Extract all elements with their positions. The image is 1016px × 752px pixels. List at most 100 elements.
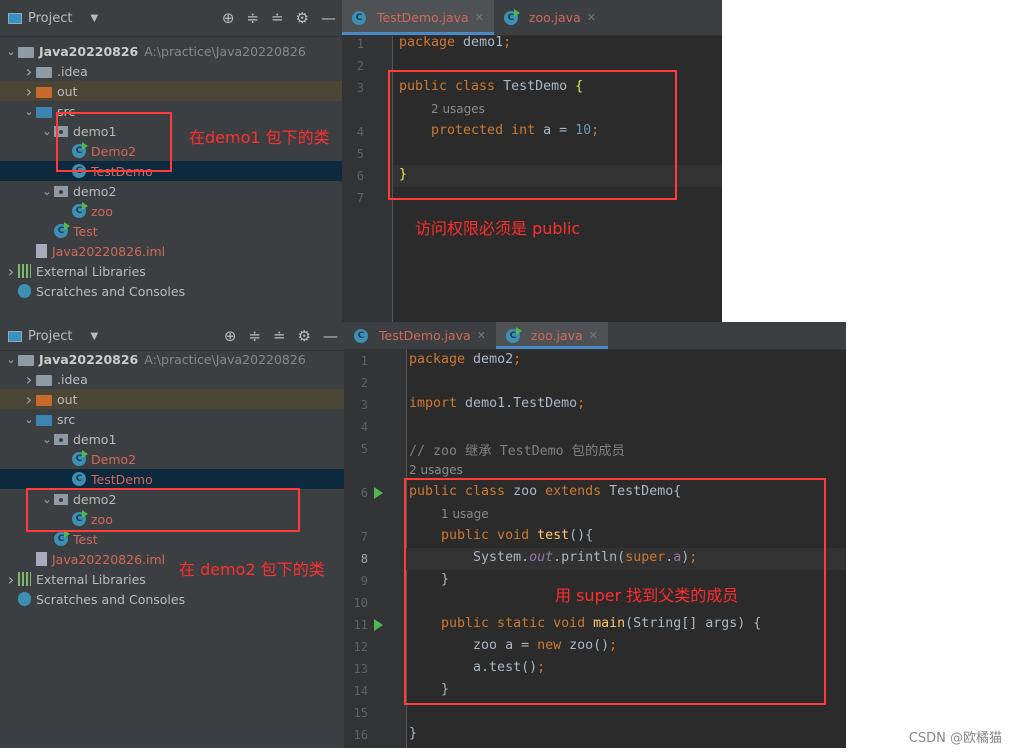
tree-item-out[interactable]: › out — [0, 81, 342, 101]
tree-item-scratches-and-consoles[interactable]: Scratches and Consoles — [0, 589, 344, 609]
close-tab-icon[interactable]: ✕ — [477, 329, 486, 342]
expand-all-icon[interactable]: ≑ — [248, 327, 261, 345]
code-token: demo2 — [465, 352, 514, 367]
chevron-right-icon[interactable]: › — [22, 370, 36, 389]
line-number: 2 — [356, 59, 364, 73]
chevron-down-icon[interactable]: ⌄ — [4, 353, 18, 366]
tree-item-scratches-and-consoles[interactable]: Scratches and Consoles — [0, 281, 342, 301]
tab-testdemo-java[interactable]: C TestDemo.java ✕ — [342, 0, 494, 35]
line-number: 1 — [356, 37, 364, 51]
close-tab-icon[interactable]: ✕ — [589, 329, 598, 342]
tab-zoo-java[interactable]: Czoo.java ✕ — [495, 322, 608, 349]
annotation-box-code — [388, 70, 677, 200]
tree-item-label: External Libraries — [36, 263, 146, 279]
line-number: 5 — [356, 147, 364, 161]
collapse-all-icon[interactable]: ≐ — [271, 9, 284, 27]
project-view-selector[interactable]: Project ▼ — [8, 329, 98, 344]
tree-item-out[interactable]: › out — [0, 389, 344, 409]
code-line[interactable]: } — [409, 726, 417, 741]
code-token: demo1.TestDemo — [457, 396, 578, 411]
code-line[interactable]: // zoo 继承 TestDemo 包的成员 — [409, 440, 625, 459]
chevron-right-icon[interactable]: › — [22, 82, 36, 101]
tree-item-label: TestDemo — [91, 471, 153, 487]
tree-item--idea[interactable]: › .idea — [0, 369, 344, 389]
usages-hint[interactable]: 2 usages — [409, 463, 463, 477]
package-icon — [54, 185, 68, 197]
code-line[interactable]: package demo2; — [409, 352, 521, 367]
tree-item--idea[interactable]: › .idea — [0, 61, 342, 81]
tab-testdemo-java[interactable]: C TestDemo.java ✕ — [344, 322, 496, 349]
chevron-down-icon[interactable]: ⌄ — [22, 105, 36, 118]
code-token: ; — [513, 352, 522, 367]
line-number: 12 — [353, 640, 368, 654]
tree-item-zoo[interactable]: Czoo — [0, 201, 342, 221]
tree-item-java20220826[interactable]: ⌄ Java20220826 A:\practice\Java20220826 — [0, 41, 342, 61]
tree-item-testdemo[interactable]: C TestDemo — [0, 469, 344, 489]
project-title: Project — [28, 328, 73, 344]
minimize-icon[interactable]: — — [323, 327, 338, 345]
run-gutter-icon[interactable] — [374, 487, 383, 499]
expand-all-icon[interactable]: ≑ — [246, 9, 259, 27]
tree-item-java20220826-iml[interactable]: Java20220826.iml — [0, 241, 342, 261]
runnable-class-icon: C — [54, 530, 70, 546]
tree-item-java20220826[interactable]: ⌄ Java20220826 A:\practice\Java20220826 — [0, 349, 344, 369]
excluded-folder-icon — [36, 86, 52, 98]
source-folder-icon — [36, 414, 52, 426]
runnable-class-icon: C — [54, 222, 70, 238]
chevron-right-icon[interactable]: › — [4, 262, 18, 281]
chevron-right-icon[interactable]: › — [22, 62, 36, 81]
folder-icon — [36, 66, 52, 78]
close-tab-icon[interactable]: ✕ — [475, 11, 484, 24]
chevron-down-icon[interactable]: ⌄ — [40, 433, 54, 446]
class-icon: C — [72, 472, 86, 486]
tree-item-src[interactable]: ⌄ src — [0, 409, 344, 429]
tree-item-test[interactable]: C Test — [0, 529, 344, 549]
close-tab-icon[interactable]: ✕ — [587, 11, 596, 24]
libraries-icon — [18, 264, 31, 278]
project-panel-header: Project ▼ ⊕ ≑ ≐ ⚙ — — [0, 322, 344, 351]
tree-item-demo2[interactable]: C Demo2 — [0, 449, 344, 469]
code-token: ; — [577, 396, 586, 411]
locate-icon[interactable]: ⊕ — [222, 9, 235, 27]
tab-label: zoo.java — [530, 328, 583, 343]
tree-item-label: Java20220826 — [39, 351, 139, 367]
tree-item-label: Java20220826.iml — [52, 243, 166, 259]
chevron-right-icon[interactable]: › — [4, 570, 18, 589]
project-view-selector[interactable]: Project ▼ — [8, 11, 98, 26]
run-gutter-icon[interactable] — [374, 619, 383, 631]
watermark: CSDN @欧橘猫 — [908, 731, 1002, 746]
gear-icon[interactable]: ⚙ — [296, 9, 309, 27]
gear-icon[interactable]: ⚙ — [298, 327, 311, 345]
java-class-icon: C — [505, 326, 522, 343]
collapse-all-icon[interactable]: ≐ — [273, 327, 286, 345]
tree-item-label: demo1 — [73, 431, 117, 447]
editor-tabs: C TestDemo.java ✕ Czoo.java ✕ — [342, 0, 722, 36]
tree-item-test[interactable]: C Test — [0, 221, 342, 241]
chevron-down-icon[interactable]: ⌄ — [40, 185, 54, 198]
minimize-icon[interactable]: — — [321, 9, 336, 27]
line-number: 15 — [353, 706, 368, 720]
chevron-down-icon[interactable]: ⌄ — [22, 413, 36, 426]
line-number: 14 — [353, 684, 368, 698]
chevron-right-icon[interactable]: › — [22, 390, 36, 409]
locate-icon[interactable]: ⊕ — [224, 327, 237, 345]
tree-item-external-libraries[interactable]: › External Libraries — [0, 261, 342, 281]
tree-item-demo1[interactable]: ⌄ demo1 — [0, 429, 344, 449]
chevron-down-icon[interactable]: ⌄ — [40, 125, 54, 138]
chevron-down-icon[interactable]: ⌄ — [4, 45, 18, 58]
java-class-icon: C — [352, 10, 366, 25]
iml-file-icon — [36, 552, 47, 566]
code-token: package — [399, 35, 456, 50]
tree-item-label: .idea — [57, 371, 88, 387]
tree-item-label: Demo2 — [91, 451, 137, 467]
code-annotation: 用 super 找到父类的成员 — [555, 586, 739, 605]
line-number: 4 — [356, 125, 364, 139]
tree-annotation: 在demo1 包下的类 — [189, 128, 330, 147]
code-line[interactable]: import demo1.TestDemo; — [409, 396, 585, 411]
tree-annotation: 在 demo2 包下的类 — [179, 560, 325, 579]
code-line[interactable]: package demo1; — [399, 35, 511, 50]
tree-item-label: out — [57, 391, 78, 407]
line-number: 3 — [360, 398, 368, 412]
tab-zoo-java[interactable]: Czoo.java ✕ — [494, 0, 606, 35]
tree-item-demo2[interactable]: ⌄ demo2 — [0, 181, 342, 201]
